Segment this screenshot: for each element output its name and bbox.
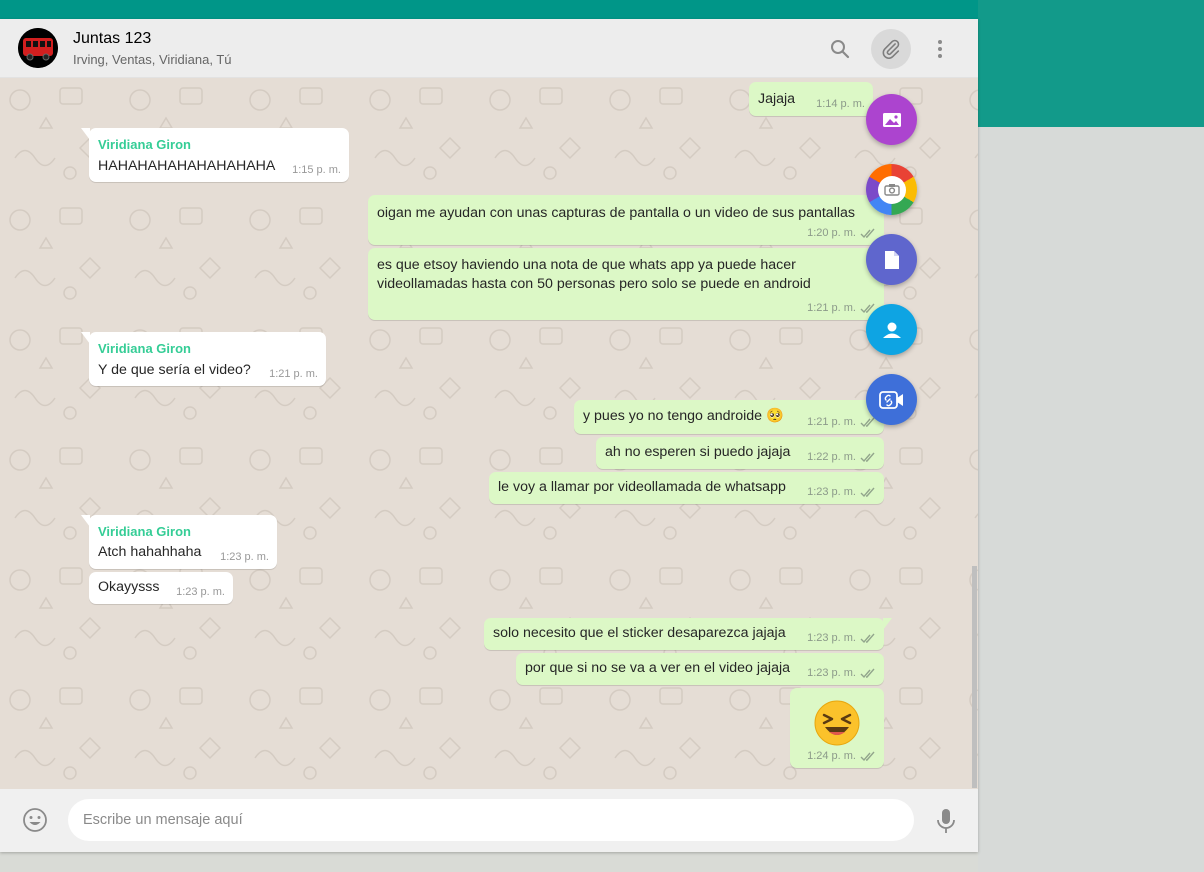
message-text: Atch hahahhaha — [98, 544, 202, 560]
message-list[interactable]: Jajaja 1:14 p. m. Viridiana Giron HAHAHA… — [0, 78, 978, 789]
document-icon — [884, 250, 899, 269]
contact-icon — [882, 322, 901, 338]
message-bubble-in[interactable]: Viridiana Giron HAHAHAHAHAHAHAHAHA 1:15 … — [81, 128, 349, 182]
bus-avatar-icon — [18, 28, 58, 68]
double-check-icon — [860, 751, 875, 761]
message-time: 1:24 p. m. — [807, 750, 856, 762]
message-bubble-out[interactable]: 1:24 p. m. — [790, 688, 884, 768]
message-bubble-out[interactable]: y pues yo no tengo androide 🥺 1:21 p. m. — [574, 400, 892, 434]
laughing-face-icon — [814, 700, 860, 746]
attach-camera-button[interactable] — [866, 164, 917, 215]
bubble-tail — [81, 128, 90, 140]
message-time: 1:23 p. m. — [176, 586, 225, 598]
message-time: 1:21 p. m. — [807, 302, 856, 314]
message-meta: 1:22 p. m. — [807, 451, 876, 463]
message-bubble-in[interactable]: Viridiana Giron Y de que sería el video?… — [81, 332, 326, 386]
message-bubble-out[interactable]: es que etsoy haviendo una nota de que wh… — [368, 248, 884, 320]
message-meta: 1:23 p. m. — [807, 632, 876, 644]
message-bubble-in[interactable]: Viridiana Giron Atch hahahhaha 1:23 p. m… — [81, 515, 277, 569]
double-check-icon — [860, 668, 875, 678]
camera-lens — [877, 175, 906, 204]
bubble-tail — [883, 618, 892, 630]
emoji-button[interactable] — [22, 807, 48, 833]
message-text: HAHAHAHAHAHAHAHAHA — [98, 158, 276, 174]
message-meta: 1:23 p. m. — [807, 486, 876, 498]
attach-button[interactable] — [871, 29, 911, 69]
message-meta: 1:20 p. m. — [807, 227, 876, 239]
message-meta: 1:21 p. m. — [269, 368, 318, 380]
message-meta: 1:24 p. m. — [807, 750, 876, 762]
chat-scrollbar[interactable] — [972, 566, 977, 788]
message-text: oigan me ayudan con unas capturas de pan… — [377, 205, 855, 221]
video-room-icon — [878, 390, 903, 409]
message-text: y pues yo no tengo androide 🥺 — [583, 408, 784, 424]
bubble-tail — [81, 332, 90, 344]
attach-document-button[interactable] — [866, 234, 917, 285]
message-time: 1:23 p. m. — [807, 486, 856, 498]
message-meta: 1:23 p. m. — [220, 551, 269, 563]
message-time: 1:23 p. m. — [807, 667, 856, 679]
background-panel — [978, 127, 1204, 872]
message-text: ah no esperen si puedo jajaja — [605, 444, 791, 460]
message-time: 1:23 p. m. — [807, 632, 856, 644]
message-text: por que si no se va a ver en el video ja… — [525, 660, 790, 676]
search-button[interactable] — [820, 29, 860, 69]
message-text-line: videollamadas hasta con 50 personas pero… — [377, 276, 811, 292]
chat-members: Irving, Ventas, Viridiana, Tú — [73, 52, 232, 67]
message-text: solo necesito que el sticker desaparezca… — [493, 625, 786, 641]
message-bubble-out[interactable]: oigan me ayudan con unas capturas de pan… — [368, 195, 892, 245]
message-bubble-out[interactable]: le voy a llamar por videollamada de what… — [489, 472, 884, 504]
message-bubble-out[interactable]: por que si no se va a ver en el video ja… — [516, 653, 884, 685]
message-time: 1:20 p. m. — [807, 227, 856, 239]
sender-name[interactable]: Viridiana Giron — [98, 137, 191, 152]
double-check-icon — [860, 228, 875, 238]
message-bubble-out[interactable]: Jajaja 1:14 p. m. — [749, 82, 873, 116]
double-check-icon — [860, 633, 875, 643]
attach-photos-videos-button[interactable] — [866, 94, 917, 145]
search-icon — [831, 40, 850, 59]
camera-icon — [883, 184, 900, 196]
message-meta: 1:23 p. m. — [176, 586, 225, 598]
message-input[interactable] — [68, 799, 914, 841]
message-text: Okayysss — [98, 579, 160, 595]
paperclip-icon — [882, 39, 900, 59]
create-room-button[interactable] — [866, 374, 917, 425]
group-avatar[interactable] — [18, 28, 58, 68]
double-check-icon — [860, 452, 875, 462]
compose-bar — [0, 789, 978, 852]
message-bubble-in[interactable]: Okayysss 1:23 p. m. — [89, 572, 233, 604]
attach-contact-button[interactable] — [866, 304, 917, 355]
message-time: 1:22 p. m. — [807, 451, 856, 463]
message-meta: 1:23 p. m. — [807, 667, 876, 679]
message-text: Jajaja — [758, 91, 796, 107]
chat-header[interactable]: Juntas 123 Irving, Ventas, Viridiana, Tú — [0, 19, 978, 78]
message-time: 1:21 p. m. — [807, 416, 856, 428]
voice-message-button[interactable] — [934, 807, 958, 835]
message-text: le voy a llamar por videollamada de what… — [498, 479, 786, 495]
message-bubble-out[interactable]: solo necesito que el sticker desaparezca… — [484, 618, 892, 650]
menu-button[interactable] — [920, 29, 960, 69]
sender-name[interactable]: Viridiana Giron — [98, 524, 191, 539]
chat-title[interactable]: Juntas 123 — [73, 30, 151, 48]
message-time: 1:23 p. m. — [220, 551, 269, 563]
emoji-icon — [23, 808, 47, 832]
message-text: Y de que sería el video? — [98, 362, 251, 378]
top-color-bar-right — [978, 0, 1204, 127]
message-time: 1:21 p. m. — [269, 368, 318, 380]
message-bubble-out[interactable]: ah no esperen si puedo jajaja 1:22 p. m. — [596, 437, 884, 469]
message-meta: 1:14 p. m. — [816, 98, 865, 110]
image-icon — [882, 112, 901, 127]
more-vertical-icon — [938, 40, 942, 58]
bubble-tail — [81, 515, 90, 527]
message-time: 1:14 p. m. — [816, 98, 865, 110]
message-meta: 1:21 p. m. — [807, 302, 876, 314]
message-text-line: es que etsoy haviendo una nota de que wh… — [377, 257, 796, 273]
microphone-icon — [937, 809, 955, 833]
message-meta: 1:21 p. m. — [807, 416, 876, 428]
sender-name[interactable]: Viridiana Giron — [98, 341, 191, 356]
message-meta: 1:15 p. m. — [292, 164, 341, 176]
message-time: 1:15 p. m. — [292, 164, 341, 176]
whatsapp-window: Juntas 123 Irving, Ventas, Viridiana, Tú — [0, 19, 978, 852]
double-check-icon — [860, 487, 875, 497]
